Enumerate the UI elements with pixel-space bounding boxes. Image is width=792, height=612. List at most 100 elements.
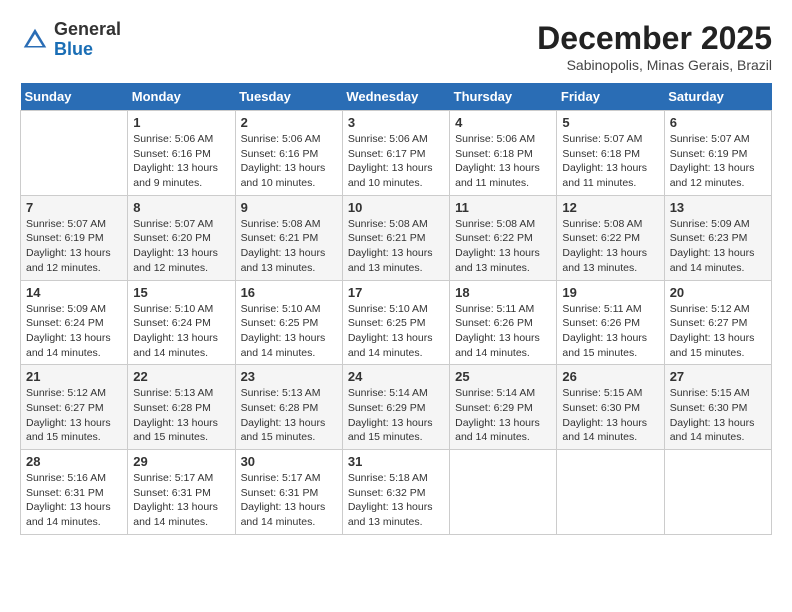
- day-number: 6: [670, 115, 766, 130]
- calendar-cell: 4Sunrise: 5:06 AMSunset: 6:18 PMDaylight…: [450, 111, 557, 196]
- day-number: 25: [455, 369, 551, 384]
- calendar-cell: 20 Sunrise: 5:12 AMSunset: 6:27 PMDayligh…: [664, 280, 771, 365]
- day-of-week-header: Monday: [128, 83, 235, 111]
- day-number: 12: [562, 200, 658, 215]
- day-info: Sunrise: 5:09 AMSunset: 6:23 PMDaylight:…: [670, 217, 766, 276]
- day-number: 27: [670, 369, 766, 384]
- calendar-cell: 11Sunrise: 5:08 AMSunset: 6:22 PMDayligh…: [450, 195, 557, 280]
- calendar-cell: 16 Sunrise: 5:10 AMSunset: 6:25 PMDayligh…: [235, 280, 342, 365]
- calendar-cell: [450, 450, 557, 535]
- calendar-cell: 13 Sunrise: 5:09 AMSunset: 6:23 PMDayligh…: [664, 195, 771, 280]
- day-info: Sunrise: 5:10 AMSunset: 6:25 PMDaylight:…: [241, 302, 337, 361]
- day-info: Sunrise: 5:07 AMSunset: 6:18 PMDaylight:…: [562, 132, 658, 191]
- calendar-cell: 27 Sunrise: 5:15 AMSunset: 6:30 PMDayligh…: [664, 365, 771, 450]
- day-info: Sunrise: 5:06 AMSunset: 6:16 PMDaylight:…: [241, 132, 337, 191]
- day-info: Sunrise: 5:08 AMSunset: 6:22 PMDaylight:…: [455, 217, 551, 276]
- calendar-cell: 8 Sunrise: 5:07 AMSunset: 6:20 PMDaylight…: [128, 195, 235, 280]
- calendar-cell: 26Sunrise: 5:15 AMSunset: 6:30 PMDayligh…: [557, 365, 664, 450]
- calendar-cell: 24 Sunrise: 5:14 AMSunset: 6:29 PMDayligh…: [342, 365, 449, 450]
- day-number: 3: [348, 115, 444, 130]
- day-number: 4: [455, 115, 551, 130]
- day-number: 20: [670, 285, 766, 300]
- calendar-cell: 19 Sunrise: 5:11 AMSunset: 6:26 PMDayligh…: [557, 280, 664, 365]
- calendar-cell: [664, 450, 771, 535]
- day-number: 28: [26, 454, 122, 469]
- calendar-cell: 10 Sunrise: 5:08 AMSunset: 6:21 PMDayligh…: [342, 195, 449, 280]
- calendar-cell: 15 Sunrise: 5:10 AMSunset: 6:24 PMDayligh…: [128, 280, 235, 365]
- calendar-cell: [557, 450, 664, 535]
- day-number: 16: [241, 285, 337, 300]
- logo-text: General Blue: [54, 20, 121, 60]
- calendar-cell: 29Sunrise: 5:17 AMSunset: 6:31 PMDayligh…: [128, 450, 235, 535]
- day-of-week-header: Saturday: [664, 83, 771, 111]
- calendar-week-row: 1Sunrise: 5:06 AMSunset: 6:16 PMDaylight…: [21, 111, 772, 196]
- month-title: December 2025: [537, 20, 772, 57]
- day-of-week-header: Friday: [557, 83, 664, 111]
- calendar-cell: 23Sunrise: 5:13 AMSunset: 6:28 PMDayligh…: [235, 365, 342, 450]
- calendar-cell: 18Sunrise: 5:11 AMSunset: 6:26 PMDayligh…: [450, 280, 557, 365]
- day-info: Sunrise: 5:09 AMSunset: 6:24 PMDaylight:…: [26, 302, 122, 361]
- day-number: 5: [562, 115, 658, 130]
- day-info: Sunrise: 5:17 AMSunset: 6:31 PMDaylight:…: [241, 471, 337, 530]
- calendar-week-row: 7Sunrise: 5:07 AMSunset: 6:19 PMDaylight…: [21, 195, 772, 280]
- day-of-week-header: Sunday: [21, 83, 128, 111]
- calendar-table: SundayMondayTuesdayWednesdayThursdayFrid…: [20, 83, 772, 535]
- day-info: Sunrise: 5:07 AMSunset: 6:20 PMDaylight:…: [133, 217, 229, 276]
- calendar-cell: 1Sunrise: 5:06 AMSunset: 6:16 PMDaylight…: [128, 111, 235, 196]
- calendar-cell: 28 Sunrise: 5:16 AMSunset: 6:31 PMDayligh…: [21, 450, 128, 535]
- day-info: Sunrise: 5:14 AMSunset: 6:29 PMDaylight:…: [348, 386, 444, 445]
- day-number: 10: [348, 200, 444, 215]
- day-number: 17: [348, 285, 444, 300]
- day-info: Sunrise: 5:11 AMSunset: 6:26 PMDaylight:…: [562, 302, 658, 361]
- day-number: 22: [133, 369, 229, 384]
- day-number: 30: [241, 454, 337, 469]
- day-number: 19: [562, 285, 658, 300]
- calendar-cell: 14 Sunrise: 5:09 AMSunset: 6:24 PMDayligh…: [21, 280, 128, 365]
- day-number: 29: [133, 454, 229, 469]
- day-of-week-header: Tuesday: [235, 83, 342, 111]
- logo-blue: Blue: [54, 40, 121, 60]
- calendar-cell: 7Sunrise: 5:07 AMSunset: 6:19 PMDaylight…: [21, 195, 128, 280]
- calendar-header: SundayMondayTuesdayWednesdayThursdayFrid…: [21, 83, 772, 111]
- day-info: Sunrise: 5:15 AMSunset: 6:30 PMDaylight:…: [670, 386, 766, 445]
- day-number: 23: [241, 369, 337, 384]
- calendar-cell: 2Sunrise: 5:06 AMSunset: 6:16 PMDaylight…: [235, 111, 342, 196]
- calendar-cell: 9Sunrise: 5:08 AMSunset: 6:21 PMDaylight…: [235, 195, 342, 280]
- calendar-cell: 21Sunrise: 5:12 AMSunset: 6:27 PMDayligh…: [21, 365, 128, 450]
- day-info: Sunrise: 5:12 AMSunset: 6:27 PMDaylight:…: [670, 302, 766, 361]
- day-number: 18: [455, 285, 551, 300]
- day-info: Sunrise: 5:16 AMSunset: 6:31 PMDaylight:…: [26, 471, 122, 530]
- day-number: 13: [670, 200, 766, 215]
- calendar-week-row: 14 Sunrise: 5:09 AMSunset: 6:24 PMDayligh…: [21, 280, 772, 365]
- day-info: Sunrise: 5:08 AMSunset: 6:21 PMDaylight:…: [348, 217, 444, 276]
- day-number: 7: [26, 200, 122, 215]
- day-info: Sunrise: 5:10 AMSunset: 6:25 PMDaylight:…: [348, 302, 444, 361]
- day-number: 15: [133, 285, 229, 300]
- day-number: 21: [26, 369, 122, 384]
- day-number: 8: [133, 200, 229, 215]
- calendar-cell: 5 Sunrise: 5:07 AMSunset: 6:18 PMDaylight…: [557, 111, 664, 196]
- calendar-week-row: 21Sunrise: 5:12 AMSunset: 6:27 PMDayligh…: [21, 365, 772, 450]
- header-row: SundayMondayTuesdayWednesdayThursdayFrid…: [21, 83, 772, 111]
- title-area: December 2025 Sabinopolis, Minas Gerais,…: [537, 20, 772, 73]
- day-of-week-header: Thursday: [450, 83, 557, 111]
- day-info: Sunrise: 5:10 AMSunset: 6:24 PMDaylight:…: [133, 302, 229, 361]
- day-info: Sunrise: 5:08 AMSunset: 6:22 PMDaylight:…: [562, 217, 658, 276]
- calendar-cell: 17 Sunrise: 5:10 AMSunset: 6:25 PMDayligh…: [342, 280, 449, 365]
- calendar-cell: 12 Sunrise: 5:08 AMSunset: 6:22 PMDayligh…: [557, 195, 664, 280]
- day-of-week-header: Wednesday: [342, 83, 449, 111]
- calendar-cell: 30 Sunrise: 5:17 AMSunset: 6:31 PMDayligh…: [235, 450, 342, 535]
- location: Sabinopolis, Minas Gerais, Brazil: [537, 57, 772, 73]
- calendar-body: 1Sunrise: 5:06 AMSunset: 6:16 PMDaylight…: [21, 111, 772, 535]
- calendar-week-row: 28 Sunrise: 5:16 AMSunset: 6:31 PMDayligh…: [21, 450, 772, 535]
- day-number: 26: [562, 369, 658, 384]
- day-number: 24: [348, 369, 444, 384]
- day-number: 14: [26, 285, 122, 300]
- day-number: 9: [241, 200, 337, 215]
- day-info: Sunrise: 5:18 AMSunset: 6:32 PMDaylight:…: [348, 471, 444, 530]
- calendar-cell: 25Sunrise: 5:14 AMSunset: 6:29 PMDayligh…: [450, 365, 557, 450]
- logo-general: General: [54, 20, 121, 40]
- logo-icon: [20, 25, 50, 55]
- calendar-cell: [21, 111, 128, 196]
- day-number: 31: [348, 454, 444, 469]
